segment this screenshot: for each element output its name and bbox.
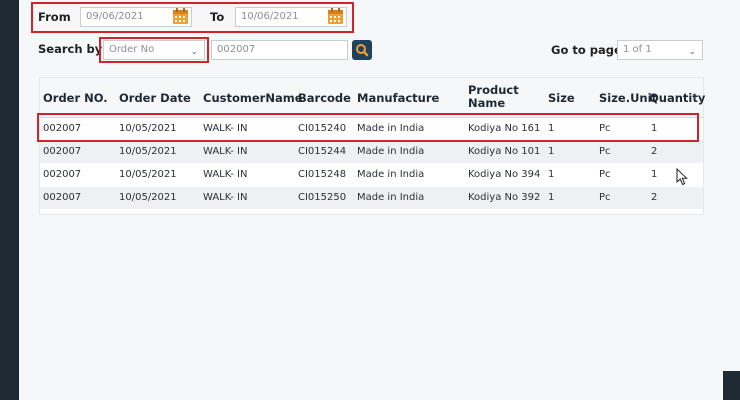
order-no-cell: 002007 [43,169,82,180]
column-header[interactable]: Order NO. [43,92,108,105]
quantity-cell: 1 [651,169,658,180]
table-row[interactable]: 002007 10/05/2021 WALK- IN CI015244 Made… [40,141,703,163]
chevron-down-icon: ⌄ [688,47,696,57]
page-select-value: 1 of 1 [623,44,652,55]
background-window-edge [723,0,740,371]
size-cell: 1 [548,169,555,180]
size-unit-cell: Pc [599,192,611,203]
column-header[interactable]: CustomerName [203,92,303,105]
go-to-page-label: Go to page [551,43,622,57]
order-date-cell: 10/05/2021 [119,146,177,157]
manufacture-cell: Made in India [357,192,425,203]
order-date-cell: 10/05/2021 [119,192,177,203]
mouse-pointer-icon [676,168,688,186]
column-header[interactable]: Order Date [119,92,191,105]
search-by-value: Order No [109,44,155,55]
size-cell: 1 [548,192,555,203]
calendar-icon[interactable] [172,8,189,25]
page-select[interactable]: 1 of 1 ⌄ [617,40,703,60]
barcode-cell: CI015248 [298,169,347,180]
manufacture-cell: Made in India [357,146,425,157]
calendar-icon[interactable] [327,8,344,25]
size-unit-cell: Pc [599,169,611,180]
customer-name-cell: WALK- IN [203,169,248,180]
column-header[interactable]: Barcode [298,92,351,105]
customer-name-cell: WALK- IN [203,146,248,157]
chevron-down-icon: ⌄ [190,47,198,57]
column-header[interactable]: Manufacture [357,92,439,105]
size-unit-cell: Pc [599,146,611,157]
barcode-cell: CI015244 [298,146,347,157]
order-no-cell: 002007 [43,146,82,157]
product-name-cell: Kodiya No 101 [468,146,541,157]
column-header[interactable]: Size [548,92,575,105]
order-no-cell: 002007 [43,192,82,203]
quantity-cell: 2 [651,146,658,157]
search-by-select[interactable]: Order No ⌄ [103,40,205,60]
table-header: Order NO. Order Date CustomerName Barcod… [40,78,705,118]
table-row[interactable]: 002007 10/05/2021 WALK- IN CI015250 Made… [40,187,703,209]
product-name-cell: Kodiya No 394 [468,169,541,180]
search-input[interactable]: 002007 [211,40,348,60]
manufacture-cell: Made in India [357,169,425,180]
table-row[interactable]: 002007 10/05/2021 WALK- IN CI015248 Made… [40,164,703,186]
orders-table: Order NO. Order Date CustomerName Barcod… [39,77,705,215]
column-header[interactable]: Product Name [468,84,523,110]
search-button[interactable] [352,40,372,60]
search-icon [356,44,369,57]
to-label: To [210,10,225,24]
quantity-cell: 2 [651,192,658,203]
barcode-cell: CI015250 [298,192,347,203]
customer-name-cell: WALK- IN [203,192,248,203]
from-label: From [38,10,71,24]
size-cell: 1 [548,146,555,157]
product-name-cell: Kodiya No 392 [468,192,541,203]
column-header[interactable]: Quantity [649,92,705,105]
order-date-cell: 10/05/2021 [119,169,177,180]
row-highlight [37,113,699,142]
